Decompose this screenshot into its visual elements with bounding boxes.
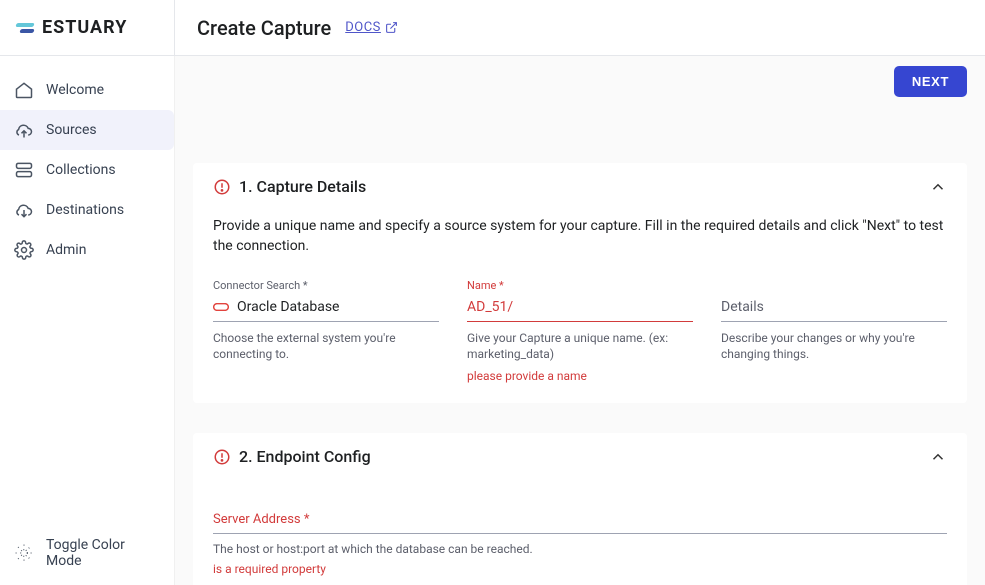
database-icon xyxy=(14,160,34,180)
estuary-logo-icon xyxy=(16,23,34,33)
sidebar-item-label: Collections xyxy=(46,162,116,178)
oracle-icon xyxy=(213,299,229,315)
sidebar-item-label: Welcome xyxy=(46,82,104,98)
field-label: Server Address * xyxy=(213,512,947,533)
sidebar-item-collections[interactable]: Collections xyxy=(0,150,174,190)
cloud-upload-icon xyxy=(14,120,34,140)
capture-details-section: 1. Capture Details Provide a unique name… xyxy=(193,163,967,403)
sun-icon xyxy=(14,543,34,563)
field-help: Choose the external system you're connec… xyxy=(213,330,439,364)
error-circle-icon xyxy=(213,448,231,466)
chevron-up-icon xyxy=(929,448,947,466)
page-heading: Create Capture DOCS xyxy=(175,16,398,40)
name-field: Name AD_51/ Give your Capture a unique n… xyxy=(467,279,693,384)
next-button[interactable]: NEXT xyxy=(894,66,967,97)
endpoint-config-section: 2. Endpoint Config Server Address * The … xyxy=(193,433,967,585)
connector-value: Oracle Database xyxy=(237,299,339,315)
sidebar-item-admin[interactable]: Admin xyxy=(0,230,174,270)
field-help: Give your Capture a unique name. (ex: ma… xyxy=(467,330,693,364)
field-label: Connector Search xyxy=(213,279,439,292)
connector-search-input[interactable]: Oracle Database xyxy=(213,296,439,322)
brand-name: ESTUARY xyxy=(42,17,127,38)
color-mode-label: Toggle Color Mode xyxy=(46,537,160,569)
top-bar: ESTUARY Create Capture DOCS xyxy=(0,0,985,56)
field-help: Describe your changes or why you're chan… xyxy=(721,330,947,364)
sidebar-item-label: Admin xyxy=(46,242,86,258)
server-address-input[interactable] xyxy=(213,533,947,534)
details-field: x Details Describe your changes or why y… xyxy=(721,279,947,384)
brand-logo[interactable]: ESTUARY xyxy=(0,0,175,55)
external-link-icon xyxy=(385,21,398,34)
page-title: Create Capture xyxy=(197,16,331,40)
sidebar-item-sources[interactable]: Sources xyxy=(0,110,174,150)
toggle-color-mode[interactable]: Toggle Color Mode xyxy=(0,525,174,585)
action-row: NEXT xyxy=(193,66,967,97)
details-placeholder: Details xyxy=(721,299,764,315)
details-input[interactable]: Details xyxy=(721,296,947,322)
section-header-capture-details[interactable]: 1. Capture Details xyxy=(213,163,947,206)
main-content: NEXT 1. Capture Details Provide a unique… xyxy=(175,56,985,585)
name-value: AD_51/ xyxy=(467,299,513,315)
name-input[interactable]: AD_51/ xyxy=(467,296,693,322)
gear-icon xyxy=(14,240,34,260)
field-help: The host or host:port at which the datab… xyxy=(213,542,947,556)
error-circle-icon xyxy=(213,178,231,196)
connector-search-field: Connector Search Oracle Database Choose … xyxy=(213,279,439,384)
server-address-field: Server Address * The host or host:port a… xyxy=(213,512,947,585)
field-error: please provide a name xyxy=(467,369,693,383)
home-icon xyxy=(14,80,34,100)
sidebar-item-welcome[interactable]: Welcome xyxy=(0,70,174,110)
section-title: 1. Capture Details xyxy=(239,177,921,196)
sidebar-nav: Welcome Sources Collections xyxy=(0,56,175,585)
field-error: is a required property xyxy=(213,562,947,576)
cloud-download-icon xyxy=(14,200,34,220)
section-title: 2. Endpoint Config xyxy=(239,447,921,466)
docs-link[interactable]: DOCS xyxy=(345,20,398,35)
section-description: Provide a unique name and specify a sour… xyxy=(213,216,947,257)
sidebar-item-destinations[interactable]: Destinations xyxy=(0,190,174,230)
chevron-up-icon xyxy=(929,178,947,196)
sidebar-item-label: Destinations xyxy=(46,202,124,218)
sidebar-item-label: Sources xyxy=(46,122,97,138)
field-label: Name xyxy=(467,279,693,292)
section-header-endpoint-config[interactable]: 2. Endpoint Config xyxy=(213,433,947,476)
docs-link-label: DOCS xyxy=(345,20,381,35)
